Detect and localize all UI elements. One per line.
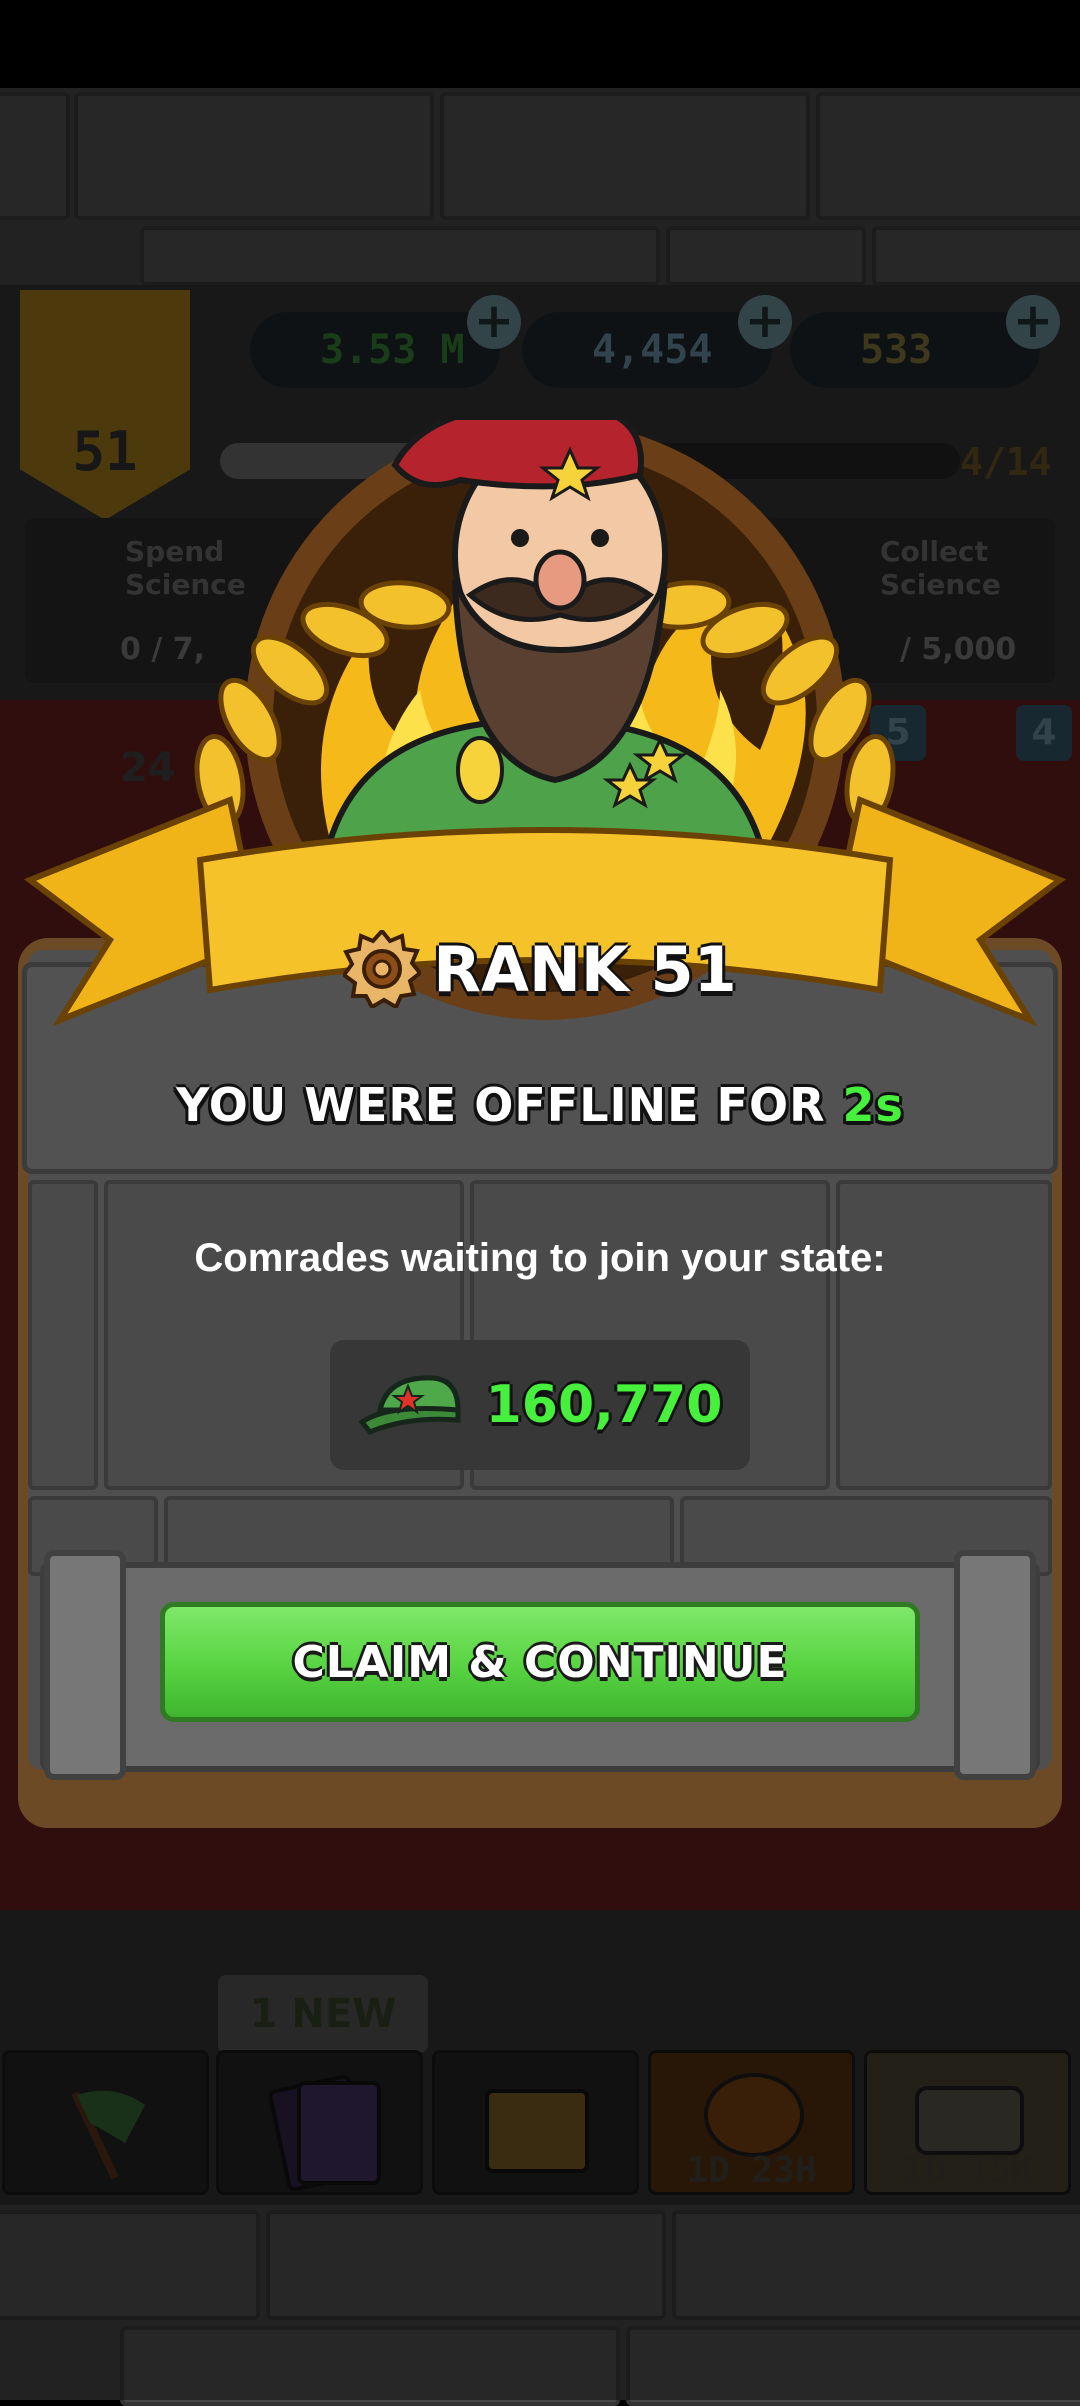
modal-brick [836, 1180, 1052, 1490]
status-bar-overlay [0, 0, 1080, 88]
claim-continue-button[interactable]: CLAIM & CONTINUE [160, 1602, 920, 1722]
rank-label: RANK 51 [433, 932, 737, 1006]
bar-post-left [44, 1550, 126, 1780]
green-cap-icon [357, 1375, 461, 1436]
comrades-message: Comrades waiting to join your state: [194, 1236, 886, 1280]
offline-message: YOU WERE OFFLINE FOR 2s [0, 1078, 1080, 1132]
offline-duration: 2s [842, 1078, 904, 1132]
offline-prefix: YOU WERE OFFLINE FOR [176, 1078, 843, 1132]
reward-box: 160,770 [330, 1340, 750, 1470]
rank-title: RANK 51 [0, 930, 1080, 1008]
modal-brick [28, 1180, 98, 1490]
reward-value: 160,770 [485, 1375, 723, 1435]
rank-gear-icon [343, 930, 422, 1008]
bar-post-right [954, 1550, 1036, 1780]
